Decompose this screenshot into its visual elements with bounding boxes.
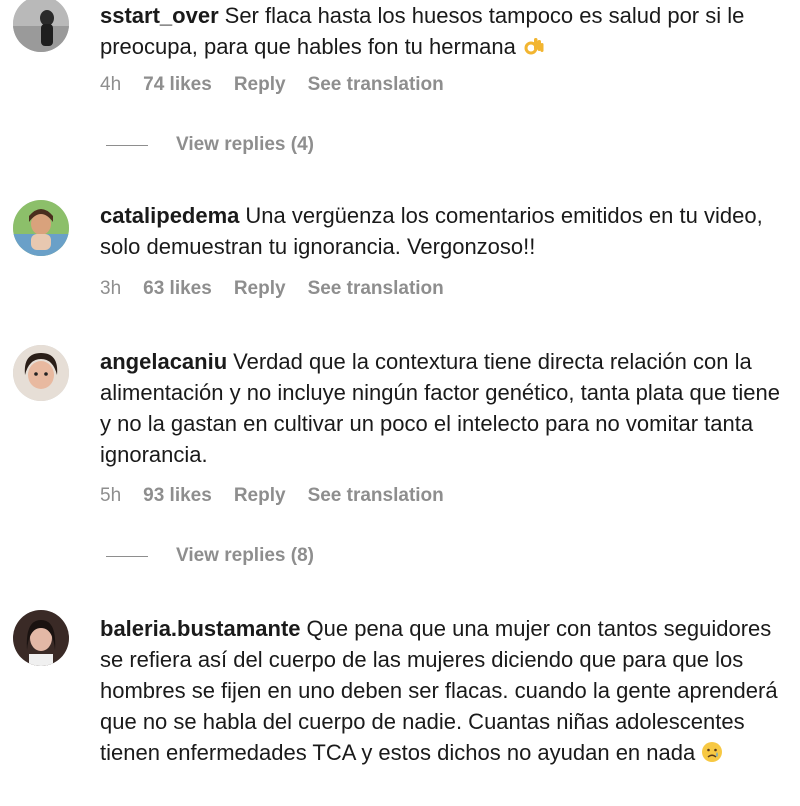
avatar[interactable] xyxy=(13,345,69,401)
ok-hand-emoji-icon xyxy=(524,38,544,55)
likes-count[interactable]: 74 likes xyxy=(143,74,212,96)
comment-username[interactable]: baleria.bustamante xyxy=(100,616,301,641)
view-replies-label: View replies (8) xyxy=(176,545,314,566)
view-replies-button[interactable]: View replies (4) xyxy=(106,134,314,156)
comment-meta: 3h 63 likes Reply See translation xyxy=(100,278,444,300)
comment-text: sstart_over Ser flaca hasta los huesos ta… xyxy=(100,0,780,62)
comment-username[interactable]: angelacaniu xyxy=(100,349,227,374)
comment-text: baleria.bustamante Que pena que una mujer… xyxy=(100,613,780,768)
comment-time: 3h xyxy=(100,278,122,299)
comment-time: 5h xyxy=(100,485,122,506)
see-translation-button[interactable]: See translation xyxy=(308,278,444,300)
comment-username[interactable]: catalipedema xyxy=(100,203,239,228)
comment-meta: 5h 93 likes Reply See translation xyxy=(100,485,444,507)
crying-face-emoji-icon xyxy=(702,742,723,762)
avatar[interactable] xyxy=(13,0,69,52)
likes-count[interactable]: 63 likes xyxy=(143,278,212,300)
view-replies-label: View replies (4) xyxy=(176,134,314,155)
avatar[interactable] xyxy=(13,610,69,666)
see-translation-button[interactable]: See translation xyxy=(308,485,444,507)
reply-button[interactable]: Reply xyxy=(234,485,286,507)
divider-line xyxy=(106,555,148,557)
divider-line xyxy=(106,144,148,146)
comment-username[interactable]: sstart_over xyxy=(100,3,219,28)
reply-button[interactable]: Reply xyxy=(234,278,286,300)
reply-button[interactable]: Reply xyxy=(234,74,286,96)
likes-count[interactable]: 93 likes xyxy=(143,485,212,507)
avatar[interactable] xyxy=(13,200,69,256)
comment-text: catalipedema Una vergüenza los comentario… xyxy=(100,200,780,262)
comment-meta: 4h 74 likes Reply See translation xyxy=(100,74,444,96)
see-translation-button[interactable]: See translation xyxy=(308,74,444,96)
comment-time: 4h xyxy=(100,74,122,95)
comment-text: angelacaniu Verdad que la contextura tien… xyxy=(100,346,780,470)
view-replies-button[interactable]: View replies (8) xyxy=(106,545,314,567)
